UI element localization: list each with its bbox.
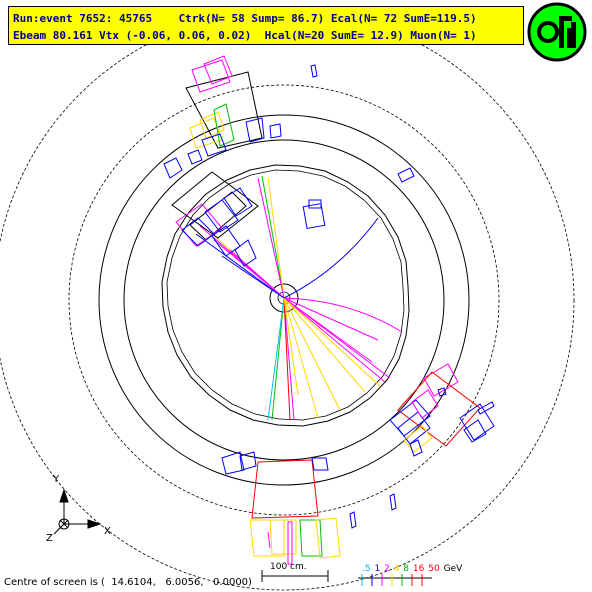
axis-label-y: Y [52, 474, 60, 485]
energy-scale-item: 8 [403, 564, 410, 574]
energy-scale-ticks [358, 574, 432, 586]
top-clusters [185, 55, 415, 183]
track [271, 297, 285, 421]
opal-logo [527, 2, 587, 62]
track [283, 297, 381, 387]
axis-label-x: X [104, 526, 111, 537]
track [267, 177, 285, 299]
axis-indicator [53, 488, 102, 535]
scale-label: 100 cm. [270, 562, 307, 572]
upper-left-clusters [163, 157, 259, 267]
energy-scale-item: 1 [374, 564, 381, 574]
track [283, 297, 386, 383]
event-info-line-1: Run:event 7652: 45765 Ctrk(N= 58 Sump= 8… [13, 12, 477, 25]
lower-right-clusters [389, 363, 495, 457]
track [261, 175, 285, 299]
event-info-panel: Run:event 7652: 45765 Ctrk(N= 58 Sump= 8… [8, 6, 524, 45]
track [283, 297, 403, 333]
event-info-line-2: Ebeam 80.161 Vtx (-0.06, 0.06, 0.02) Hca… [13, 29, 477, 42]
energy-scale-item: 4 [393, 564, 400, 574]
event-display: Y X Z [0, 9, 575, 591]
track [283, 297, 373, 363]
energy-scale-item: 16 [412, 564, 425, 574]
track [221, 255, 285, 299]
energy-scale-legend: .5 1 2 4 8 16 50 GeV [362, 564, 463, 574]
jet-chamber-inner [166, 169, 405, 421]
energy-scale-unit: GeV [443, 564, 463, 574]
muon-hit-inner [302, 203, 326, 229]
track [283, 217, 379, 299]
track [195, 233, 285, 299]
axis-label-z: Z [46, 533, 53, 544]
jet-chamber-outer [161, 164, 410, 427]
energy-scale-item: .5 [362, 564, 371, 574]
screen-centre-readout: Centre of screen is ( 14.6104, 6.0056, 0… [4, 577, 252, 588]
track [267, 297, 285, 421]
tracks [195, 175, 403, 421]
bottom-clusters [221, 451, 397, 565]
energy-scale-item: 50 [428, 564, 440, 574]
energy-scale-item: 2 [384, 564, 390, 574]
